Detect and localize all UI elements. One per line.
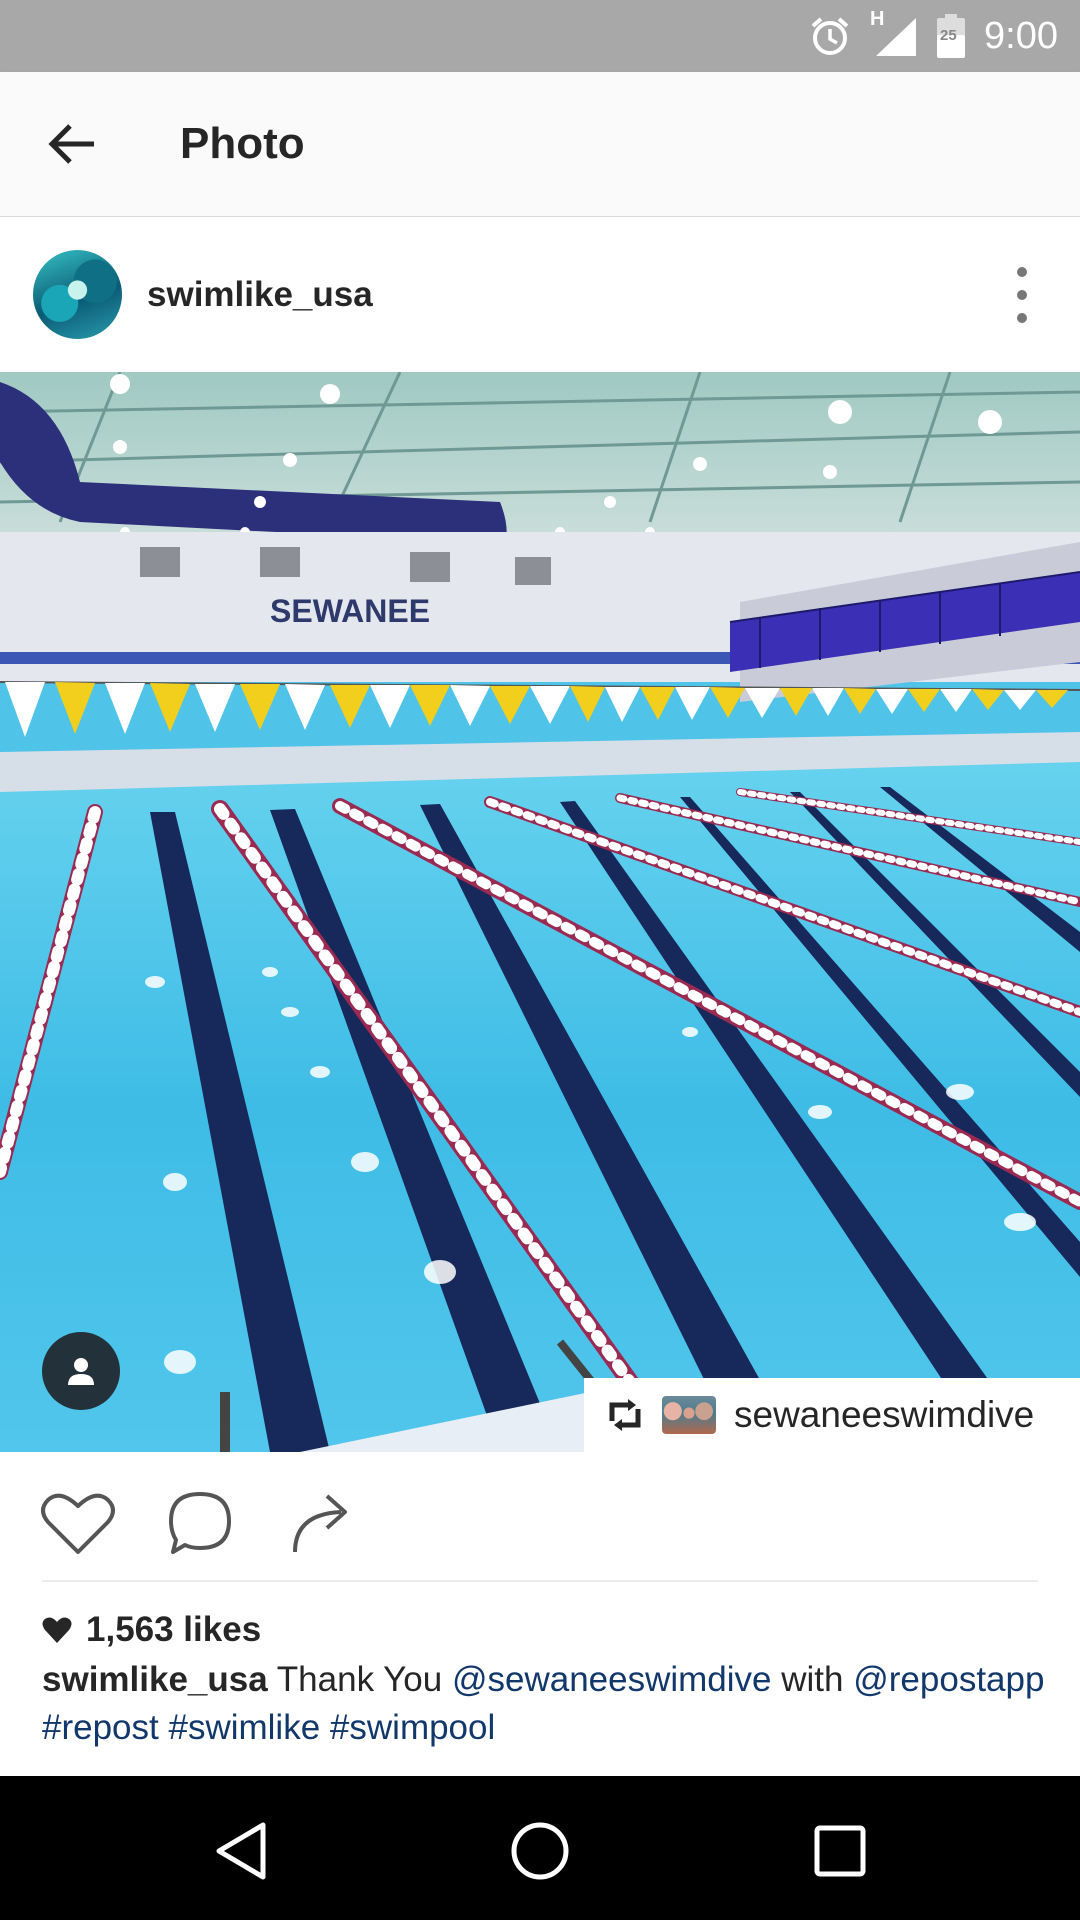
like-button[interactable] — [38, 1486, 118, 1560]
pool-photo-illustration: SEWANEE — [0, 372, 1080, 1452]
post-caption: swimlike_usa Thank You @sewaneeswimdive … — [42, 1656, 1052, 1752]
back-nav-icon — [216, 1822, 266, 1880]
actions-divider — [42, 1580, 1038, 1582]
alarm-icon — [808, 14, 852, 58]
share-icon — [293, 1494, 347, 1553]
repost-user-thumbnail — [662, 1396, 716, 1434]
nav-recents-button[interactable] — [795, 1806, 885, 1896]
sewanee-wall-sign: SEWANEE — [270, 593, 430, 629]
more-dot — [1017, 313, 1027, 323]
caption-text: with — [781, 1660, 844, 1699]
more-vertical-icon — [1017, 267, 1027, 277]
caption-text: Thank You — [276, 1660, 443, 1699]
nav-home-button[interactable] — [495, 1806, 585, 1896]
repost-credit-badge[interactable]: sewaneeswimdive — [584, 1378, 1080, 1452]
likes-text: 1,563 likes — [86, 1610, 262, 1649]
comment-button[interactable] — [160, 1486, 240, 1560]
navigation-bar — [0, 1776, 1080, 1920]
status-bar: H 25 9:00 — [0, 0, 1080, 72]
status-icons: H 25 9:00 — [808, 0, 1058, 72]
like-icon — [41, 1493, 115, 1554]
signal-icon: H — [870, 8, 918, 58]
caption-username[interactable]: swimlike_usa — [42, 1660, 268, 1699]
nav-back-button[interactable] — [196, 1806, 286, 1896]
battery-icon: 25 — [936, 13, 966, 59]
repost-icon — [604, 1394, 646, 1436]
post-photo[interactable]: SEWANEE sewaneeswimdive — [0, 372, 1080, 1452]
caption-mention[interactable]: @sewaneeswimdive — [452, 1660, 772, 1699]
more-options-button[interactable] — [1004, 267, 1040, 323]
avatar[interactable] — [33, 250, 122, 339]
heart-small-icon — [42, 1616, 72, 1644]
home-nav-icon — [511, 1822, 569, 1880]
caption-hashtag[interactable]: #repost — [42, 1708, 159, 1747]
repost-username: sewaneeswimdive — [734, 1394, 1035, 1435]
comment-icon — [169, 1492, 231, 1554]
arrow-back-icon — [48, 124, 94, 164]
person-icon — [68, 1358, 94, 1385]
caption-hashtag[interactable]: #swimlike — [168, 1708, 320, 1747]
page-title: Photo — [180, 119, 305, 168]
tag-people-button[interactable] — [42, 1332, 120, 1410]
caption-mention[interactable]: @repostapp — [853, 1660, 1044, 1699]
share-button[interactable] — [280, 1486, 360, 1560]
post-actions — [0, 1452, 1080, 1580]
post-username[interactable]: swimlike_usa — [147, 217, 373, 372]
toolbar: Photo — [0, 72, 1080, 217]
more-dot — [1017, 290, 1027, 300]
likes-count[interactable]: 1,563 likes — [42, 1608, 261, 1652]
status-time: 9:00 — [984, 14, 1058, 57]
battery-level: 25 — [940, 27, 957, 44]
recents-nav-icon — [814, 1825, 866, 1877]
caption-hashtag[interactable]: #swimpool — [330, 1708, 495, 1747]
network-type: H — [870, 8, 885, 30]
post-header: swimlike_usa — [0, 217, 1080, 372]
back-button[interactable] — [30, 108, 114, 180]
